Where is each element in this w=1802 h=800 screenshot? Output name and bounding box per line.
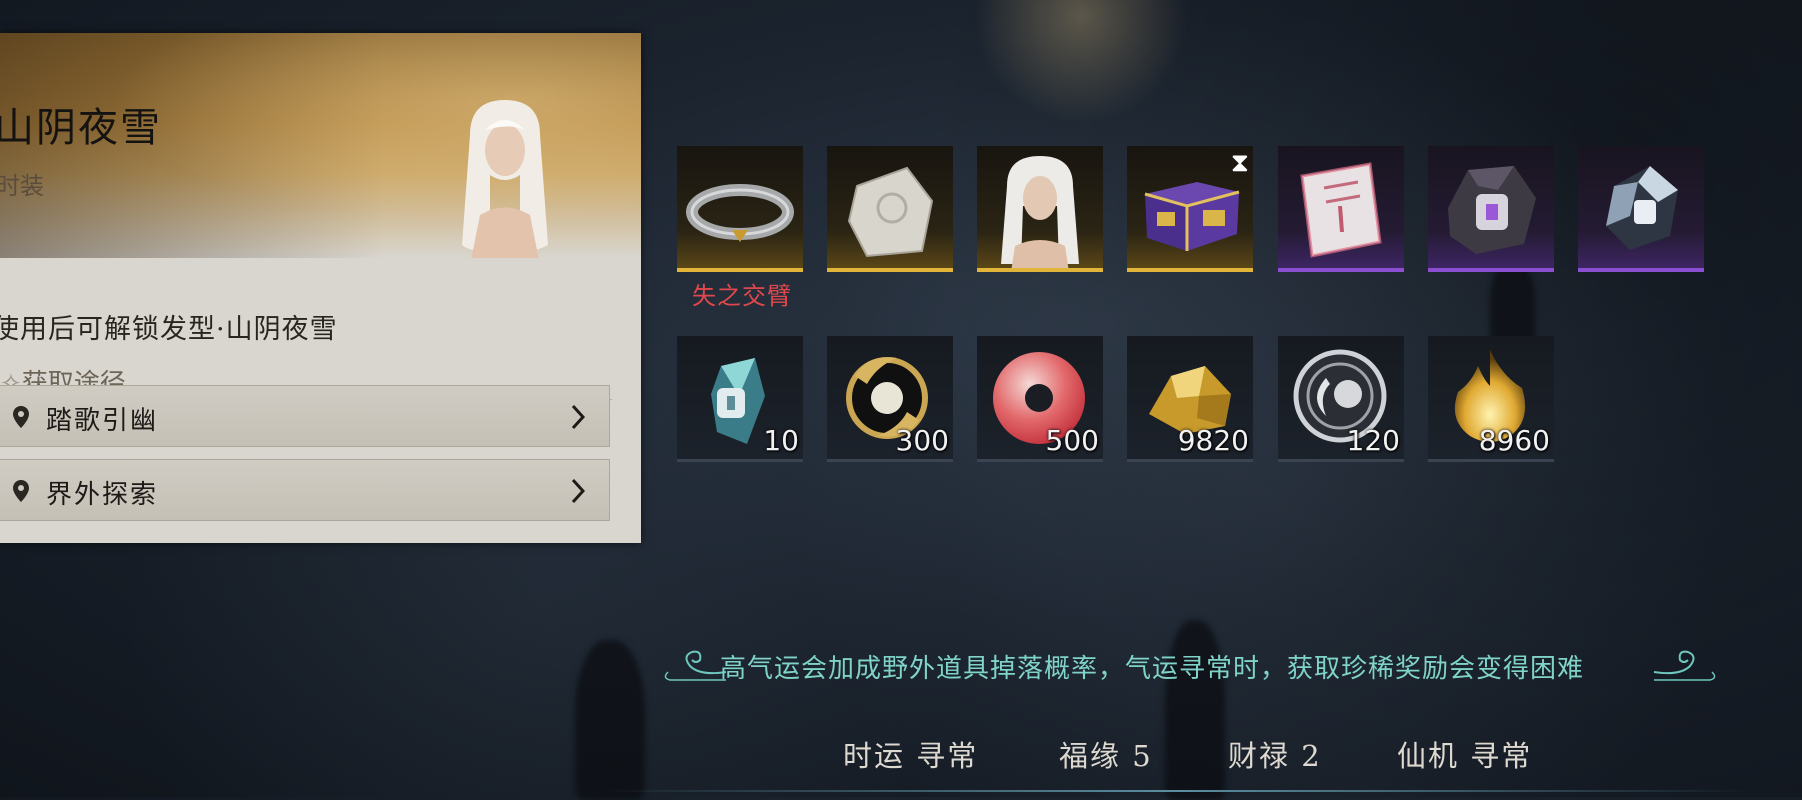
stat-xianji: 仙机 寻常 — [1397, 739, 1533, 773]
source-button-jiewai-tansuo[interactable]: 界外探索 — [0, 459, 610, 521]
item-type: 时装 — [0, 172, 44, 200]
source-button-tage-yinyou[interactable]: 踏歌引幽 — [0, 385, 610, 447]
missed-caption: 失之交臂 — [692, 282, 792, 310]
item-count: 8960 — [1478, 424, 1550, 457]
reward-slot-ore[interactable] — [1428, 146, 1554, 272]
location-pin-icon — [13, 480, 29, 502]
background-figure — [575, 640, 645, 800]
item-detail-card: 山阴夜雪 时装 使用后可解锁发型·山阴夜雪 ✧获取途径 踏歌引幽 界外探索 — [0, 33, 641, 543]
reward-slot-crystal[interactable] — [1578, 146, 1704, 272]
reward-slot-silver-coin[interactable]: 120 — [1278, 336, 1404, 462]
luck-info-banner: 高气运会加成野外道具掉落概率，气运寻常时，获取珍稀奖励会变得困难 — [660, 640, 1720, 690]
reward-slot-portrait[interactable] — [977, 146, 1103, 272]
cloud-swirl-icon — [1653, 650, 1716, 681]
bracelet-icon — [686, 184, 794, 242]
portrait-icon — [1001, 156, 1079, 268]
crystal-icon — [1606, 166, 1678, 250]
stat-cailu: 财禄 2 — [1228, 739, 1322, 773]
reward-slot-jade-pendant[interactable]: 300 — [827, 336, 953, 462]
luck-description: 高气运会加成野外道具掉落概率，气运寻常时，获取珍稀奖励会变得困难 — [720, 654, 1585, 684]
chevron-right-icon — [571, 478, 585, 504]
reward-slot-crystal-shard[interactable]: 10 — [677, 336, 803, 462]
reward-slot-stone-tablet[interactable] — [827, 146, 953, 272]
item-count: 10 — [763, 424, 799, 457]
reward-slot-bracelet[interactable] — [677, 146, 803, 272]
chevron-right-icon — [571, 404, 585, 430]
stat-shiyun: 时运 寻常 — [843, 739, 979, 773]
reward-slot-gold-nugget[interactable]: 9820 — [1127, 336, 1253, 462]
reward-slot-red-jade-disc[interactable]: 500 — [977, 336, 1103, 462]
stone-tablet-icon — [847, 166, 934, 258]
divider — [600, 790, 1750, 792]
source-label-text: 踏歌引幽 — [46, 406, 159, 436]
item-count: 500 — [1045, 424, 1099, 457]
item-count: 9820 — [1177, 424, 1249, 457]
item-count: 120 — [1346, 424, 1400, 457]
item-description: 使用后可解锁发型·山阴夜雪 — [0, 314, 338, 345]
item-card-header: 山阴夜雪 时装 — [0, 33, 641, 258]
location-pin-icon — [13, 406, 29, 428]
portrait-icon — [462, 100, 548, 258]
stat-fuyuan: 福缘 5 — [1059, 739, 1153, 773]
ore-icon — [1448, 166, 1536, 254]
scroll-icon — [1300, 162, 1382, 258]
reward-slot-treasure-chest[interactable]: ⧗ — [1127, 146, 1253, 272]
item-count: 300 — [895, 424, 949, 457]
reward-slot-golden-flame[interactable]: 8960 — [1428, 336, 1554, 462]
reward-slot-scroll[interactable] — [1278, 146, 1404, 272]
item-title: 山阴夜雪 — [0, 105, 162, 151]
hourglass-icon: ⧗ — [1230, 148, 1249, 178]
source-label-text: 界外探索 — [46, 480, 159, 510]
